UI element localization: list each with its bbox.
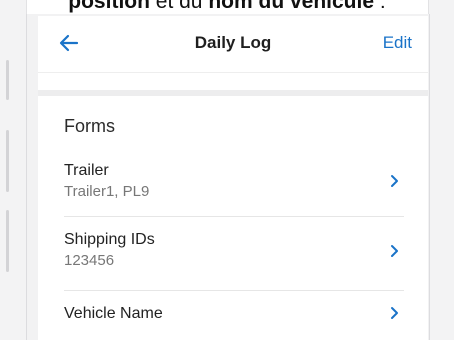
chevron-right-icon bbox=[391, 245, 398, 257]
list-item-title: Shipping IDs bbox=[64, 231, 155, 248]
edit-button[interactable]: Edit bbox=[383, 33, 412, 53]
device-bezel-left bbox=[0, 0, 27, 340]
list-item-title: Vehicle Name bbox=[64, 305, 163, 322]
list-item-title: Trailer bbox=[64, 162, 109, 179]
header-spacer bbox=[38, 73, 428, 90]
chevron-right-icon bbox=[391, 175, 398, 187]
device-side-button bbox=[6, 210, 9, 272]
list-item-trailer[interactable]: Trailer Trailer1, PL9 bbox=[38, 154, 428, 216]
device-side-button bbox=[6, 60, 9, 100]
list-item-vehicle-name[interactable]: Vehicle Name bbox=[38, 291, 428, 340]
device-bezel-right bbox=[428, 0, 454, 340]
list-item-shipping-ids[interactable]: Shipping IDs 123456 bbox=[38, 217, 428, 290]
app-header: Daily Log Edit bbox=[38, 16, 428, 73]
list-item-subtitle: Trailer1, PL9 bbox=[64, 183, 150, 200]
device-side-button bbox=[6, 130, 9, 192]
section-title: Forms bbox=[64, 116, 115, 136]
forms-card: Forms Trailer Trailer1, PL9 Shipping IDs… bbox=[38, 96, 428, 340]
caption-bold-vehicle-name: nom du véhicule bbox=[208, 0, 375, 13]
caption-bold-position: position bbox=[68, 0, 150, 13]
caption-connector: et du bbox=[149, 0, 209, 13]
chevron-right-icon bbox=[391, 307, 398, 319]
instruction-caption: position et du nom du véhicule : bbox=[0, 0, 454, 14]
caption-colon: : bbox=[374, 0, 386, 13]
page-title: Daily Log bbox=[194, 33, 272, 52]
list-item-subtitle: 123456 bbox=[64, 252, 115, 269]
